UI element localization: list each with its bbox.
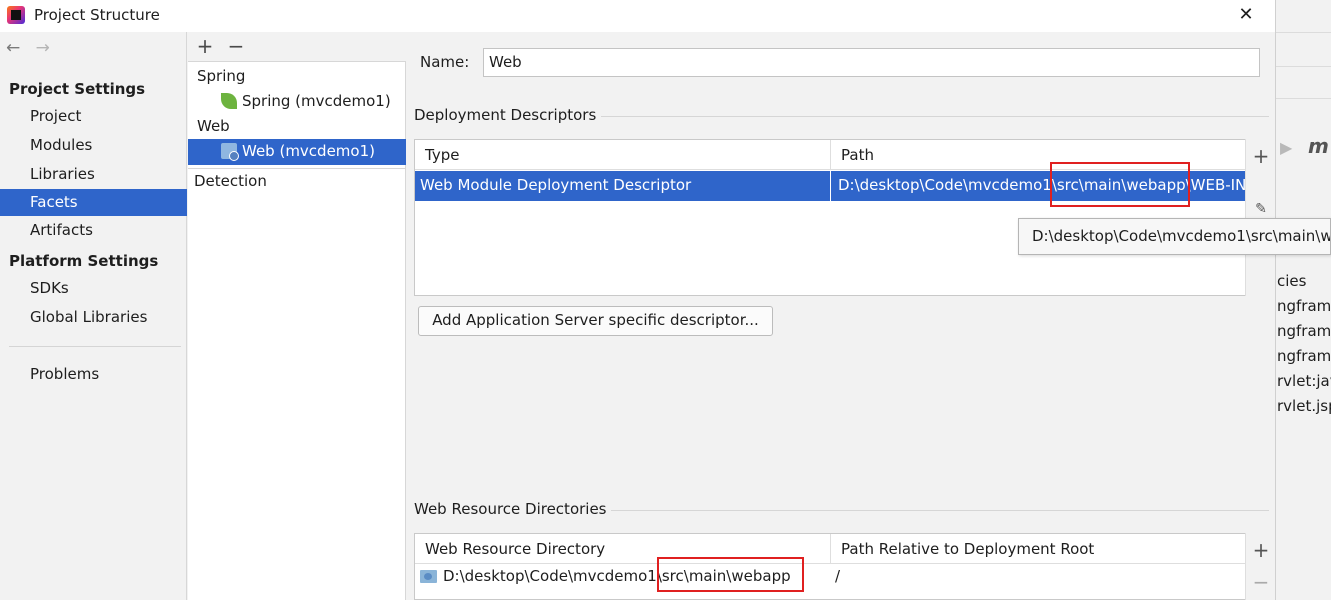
web-resource-table: Web Resource Directory Path Relative to … [414,533,1246,600]
cell-divider [830,171,831,201]
back-arrow-icon[interactable]: ← [6,38,20,58]
add-server-descriptor-button[interactable]: Add Application Server specific descript… [418,306,773,336]
tree-item-detection[interactable]: Detection [194,169,267,194]
web-resource-directories-title: Web Resource Directories [414,500,607,518]
bg-divider [1276,32,1331,33]
section-divider [601,116,1269,117]
section-divider [611,510,1269,511]
facet-detail-panel: Name: Web Deployment Descriptors Type Pa… [407,32,1275,600]
nav-item-sdks[interactable]: SDKs [0,275,187,302]
resource-directory-path: D:\desktop\Code\mvcdemo1\src\main\webapp [443,567,791,585]
tree-item-spring-mvcdemo1[interactable]: Spring (mvcdemo1) [221,89,391,114]
tree-item-web-mvcdemo1[interactable]: Web (mvcdemo1) [221,139,375,164]
spring-leaf-icon [221,93,237,109]
bg-text-line: ngframe [1277,297,1331,315]
nav-item-project[interactable]: Project [0,103,187,130]
remove-resource-button[interactable]: − [1246,570,1275,594]
add-descriptor-button[interactable]: + [1246,144,1275,168]
bg-text-line: rvlet.jsp [1277,397,1331,415]
settings-nav: ← → Project Settings Project Modules Lib… [0,32,187,600]
nav-arrows: ← → [6,38,60,58]
web-folder-icon [420,570,437,583]
bg-text-line: cies [1277,272,1307,290]
project-structure-dialog: Project Structure ✕ ← → Project Settings… [0,0,1275,600]
tree-group-spring[interactable]: Spring [197,64,245,89]
nav-item-libraries[interactable]: Libraries [0,161,187,188]
run-icon: ▶ [1280,138,1293,157]
intellij-app-icon [7,6,25,24]
bg-text-line: rvlet:jav [1277,372,1331,390]
nav-divider [9,346,181,347]
nav-item-problems[interactable]: Problems [0,361,187,388]
bg-divider [1276,66,1331,67]
nav-item-artifacts[interactable]: Artifacts [0,217,187,244]
nav-item-global-libraries[interactable]: Global Libraries [0,304,187,331]
column-header-relative-path[interactable]: Path Relative to Deployment Root [831,534,1245,564]
project-settings-header: Project Settings [9,80,146,98]
tree-group-web[interactable]: Web [197,114,230,139]
forward-arrow-icon[interactable]: → [36,38,50,58]
tree-item-label: Spring (mvcdemo1) [242,92,391,110]
close-icon[interactable]: ✕ [1236,4,1256,25]
web-module-icon [221,143,239,161]
deployment-descriptors-title: Deployment Descriptors [414,106,597,124]
column-header-type[interactable]: Type [415,140,830,170]
background-ide-window: ▶ m cies ngframe ngframe ngframe rvlet:j… [1275,0,1331,600]
descriptor-type-cell[interactable]: Web Module Deployment Descriptor [420,176,691,194]
facet-toolbar: + − [188,32,406,62]
descriptor-path-cell[interactable]: D:\desktop\Code\mvcdemo1\src\main\webapp… [838,176,1275,194]
bg-divider [1276,98,1331,99]
resource-directory-cell[interactable]: D:\desktop\Code\mvcdemo1\src\main\webapp [420,567,791,585]
dialog-title: Project Structure [34,6,160,24]
maven-m-icon: m [1308,134,1329,158]
nav-item-modules[interactable]: Modules [0,132,187,159]
resource-side-toolbar: + − [1245,533,1275,600]
name-field[interactable]: Web [483,48,1260,77]
remove-facet-button[interactable]: − [226,34,246,58]
add-facet-button[interactable]: + [195,34,215,58]
add-resource-button[interactable]: + [1246,538,1275,562]
name-label: Name: [420,53,470,71]
bg-text-line: ngframe [1277,322,1331,340]
relative-path-cell[interactable]: / [835,567,840,585]
title-bar: Project Structure ✕ [0,0,1275,32]
column-header-directory[interactable]: Web Resource Directory [415,534,830,564]
nav-item-facets[interactable]: Facets [0,189,187,216]
bg-text-line: ngframe [1277,347,1331,365]
column-header-path[interactable]: Path [831,140,1245,170]
platform-settings-header: Platform Settings [9,252,159,270]
path-tooltip: D:\desktop\Code\mvcdemo1\src\main\webapp… [1018,218,1331,255]
facet-tree-panel: + − Spring Spring (mvcdemo1) Web Web (mv… [188,32,406,600]
edit-descriptor-icon[interactable]: ✎ [1246,201,1275,217]
tree-item-label: Web (mvcdemo1) [242,142,375,160]
